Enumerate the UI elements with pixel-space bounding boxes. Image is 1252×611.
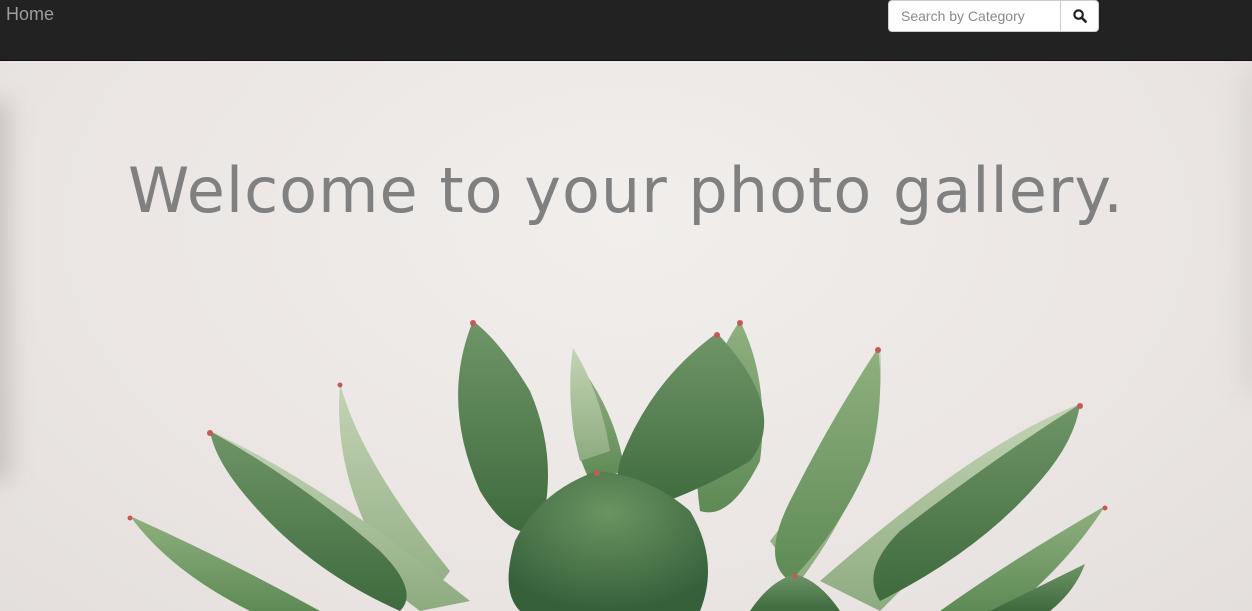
nav-home-link[interactable]: Home — [6, 3, 54, 25]
search-button[interactable] — [1060, 0, 1099, 32]
search-input[interactable] — [888, 0, 1060, 32]
search-form — [888, 0, 1099, 32]
hero-title: Welcome to your photo gallery. — [128, 154, 1124, 227]
top-navbar: Home — [0, 0, 1252, 61]
search-icon — [1072, 9, 1087, 23]
hero-banner: Welcome to your photo gallery. — [0, 61, 1252, 611]
succulent-plant-image — [127, 320, 1108, 611]
